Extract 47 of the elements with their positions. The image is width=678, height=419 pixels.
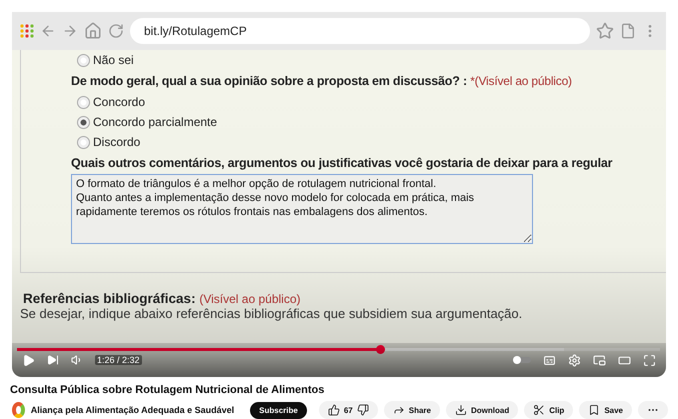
- time-display: 1:26 / 2:32: [95, 355, 142, 365]
- thumbs-down-icon[interactable]: [356, 404, 369, 416]
- radio-button[interactable]: [77, 54, 90, 66]
- question-text: De modo geral, qual a sua opinião sobre a proposta em discussão? : *(Visível ao público): [71, 74, 573, 88]
- miniplayer-icon[interactable]: [593, 354, 606, 366]
- share-arrow-icon: [392, 404, 405, 416]
- download-button[interactable]: Download: [446, 401, 518, 419]
- captions-icon[interactable]: [543, 354, 556, 366]
- option-label: Não sei: [93, 53, 134, 67]
- question-text: Quais outros comentários, argumentos ou justificativas você gostaria de deixar para a regular: [71, 156, 614, 170]
- channel-avatar[interactable]: [12, 402, 25, 418]
- forward-icon[interactable]: [62, 23, 78, 39]
- page-icon[interactable]: [620, 23, 636, 39]
- reload-icon[interactable]: [108, 23, 124, 39]
- scissors-icon: [533, 404, 546, 416]
- back-icon[interactable]: [40, 23, 56, 39]
- play-icon[interactable]: [22, 354, 35, 366]
- radio-button[interactable]: [77, 136, 90, 148]
- thumbs-up-icon: [328, 404, 340, 416]
- clip-button[interactable]: Clip: [524, 401, 574, 419]
- fullscreen-icon[interactable]: [643, 354, 656, 366]
- radio-button[interactable]: [77, 116, 90, 128]
- star-icon[interactable]: [596, 22, 614, 40]
- like-button[interactable]: 67: [318, 401, 378, 419]
- option-label: Concordo parcialmente: [93, 115, 218, 129]
- option-label: Concordo: [93, 95, 146, 109]
- references-hint: Se desejar, indique abaixo referências bibliográficas que subsidiem sua argumentação.: [20, 306, 524, 321]
- radio-button[interactable]: [77, 96, 90, 108]
- apps-grid-icon: [20, 24, 34, 38]
- video-title: Consulta Pública sobre Rotulagem Nutricional de Alimentos: [10, 384, 326, 396]
- settings-icon[interactable]: [568, 354, 581, 366]
- theater-icon[interactable]: [618, 354, 631, 366]
- address-bar[interactable]: bit.ly/RotulagemCP: [130, 18, 590, 44]
- download-icon: [454, 404, 467, 416]
- references-heading: Referências bibliográficas: (Visível ao público): [23, 291, 302, 306]
- video-player[interactable]: [12, 12, 666, 377]
- home-icon[interactable]: [84, 22, 102, 40]
- option-label: Discordo: [93, 135, 140, 149]
- autoplay-toggle-icon[interactable]: [513, 356, 531, 364]
- next-icon[interactable]: [47, 354, 59, 366]
- comment-field[interactable]: O formato de triângulos é a melhor opção de rotulagem nutricional frontal. Quanto antes a implementação desse novo modelo for colocada em prática, mais rapidamente teremos os rótulos frontais nas embalagens dos alimentos.: [71, 174, 533, 244]
- save-button[interactable]: Save: [579, 401, 632, 419]
- subscribe-button[interactable]: Subscribe: [250, 402, 307, 418]
- volume-icon[interactable]: [71, 354, 83, 366]
- share-button[interactable]: Share: [384, 401, 440, 419]
- channel-name[interactable]: Aliança pela Alimentação Adequada e Saudável: [30, 405, 234, 415]
- bookmark-icon: [588, 404, 600, 416]
